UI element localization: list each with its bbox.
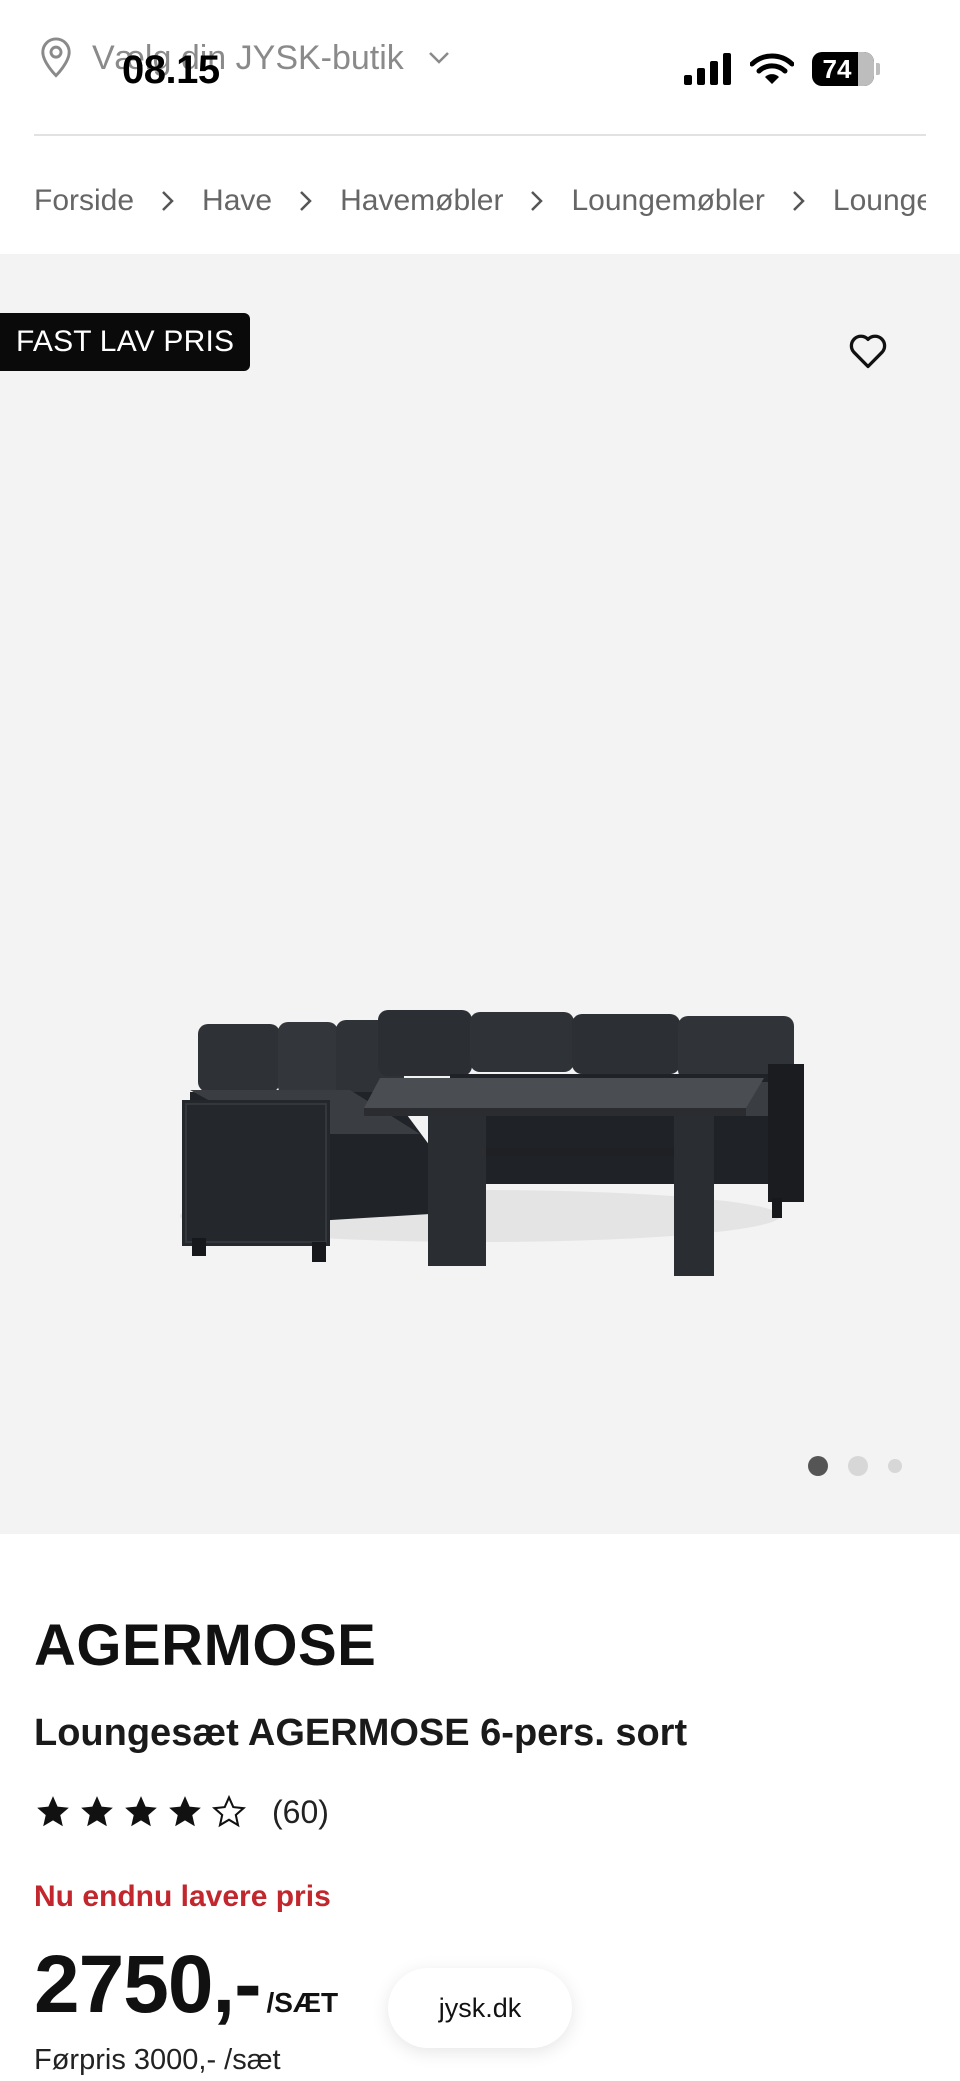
browser-url-pill[interactable]: jysk.dk [388, 1968, 572, 2048]
top-bar: Vælg din JYSK-butik 08.15 74 [0, 0, 960, 135]
header-divider [34, 134, 926, 136]
system-icons: 74 [684, 52, 880, 86]
breadcrumb-havemobler[interactable]: Havemøbler [340, 184, 503, 218]
price-unit: /SÆT [266, 1987, 339, 2018]
pagination-dot[interactable] [888, 1459, 902, 1473]
breadcrumb-have[interactable]: Have [202, 184, 272, 218]
product-price: 2750,- /SÆT [34, 1938, 338, 2032]
status-time: 08.15 [122, 48, 220, 92]
product-brand: AGERMOSE [34, 1613, 377, 1678]
price-amount: 2750,- [34, 1939, 262, 2030]
gallery-pagination [808, 1456, 902, 1476]
promo-text: Nu endnu lavere pris [34, 1880, 331, 1913]
product-rating[interactable]: (60) [34, 1793, 329, 1831]
star-empty-icon [211, 1794, 247, 1828]
star-filled-icon [169, 1796, 201, 1827]
location-pin-icon [41, 37, 71, 78]
battery-level: 74 [822, 53, 852, 84]
chevron-right-icon [531, 191, 544, 211]
product-image [180, 1010, 804, 1276]
pagination-dot-active[interactable] [808, 1456, 828, 1476]
product-gallery[interactable]: FAST LAV PRIS [0, 254, 960, 1534]
breadcrumb-loungesaet[interactable]: Loungesæt [833, 184, 926, 218]
heart-icon[interactable] [846, 328, 890, 372]
before-price: Førpris 3000,- /sæt [34, 2044, 281, 2076]
star-filled-icon [81, 1796, 113, 1827]
battery-icon: 74 [812, 52, 880, 86]
breadcrumb-forside[interactable]: Forside [34, 184, 134, 218]
chevron-right-icon [793, 191, 805, 211]
chevron-down-icon [428, 52, 449, 64]
signal-icon [684, 53, 731, 85]
breadcrumb-loungemobler[interactable]: Loungemøbler [571, 184, 764, 218]
pagination-dot[interactable] [848, 1456, 868, 1476]
rating-stars [34, 1793, 248, 1831]
product-name: Loungesæt AGERMOSE 6-pers. sort [34, 1712, 688, 1754]
wifi-icon [750, 53, 794, 84]
chevron-right-icon [300, 191, 312, 211]
breadcrumb: Forside Have Havemøbler Loungemøbler Lou… [34, 178, 926, 224]
review-count[interactable]: (60) [272, 1794, 329, 1831]
store-selector[interactable]: Vælg din JYSK-butik [38, 36, 450, 80]
price-badge: FAST LAV PRIS [0, 313, 251, 371]
star-filled-icon [37, 1796, 69, 1827]
star-filled-icon [125, 1796, 157, 1827]
chevron-right-icon [162, 191, 174, 211]
